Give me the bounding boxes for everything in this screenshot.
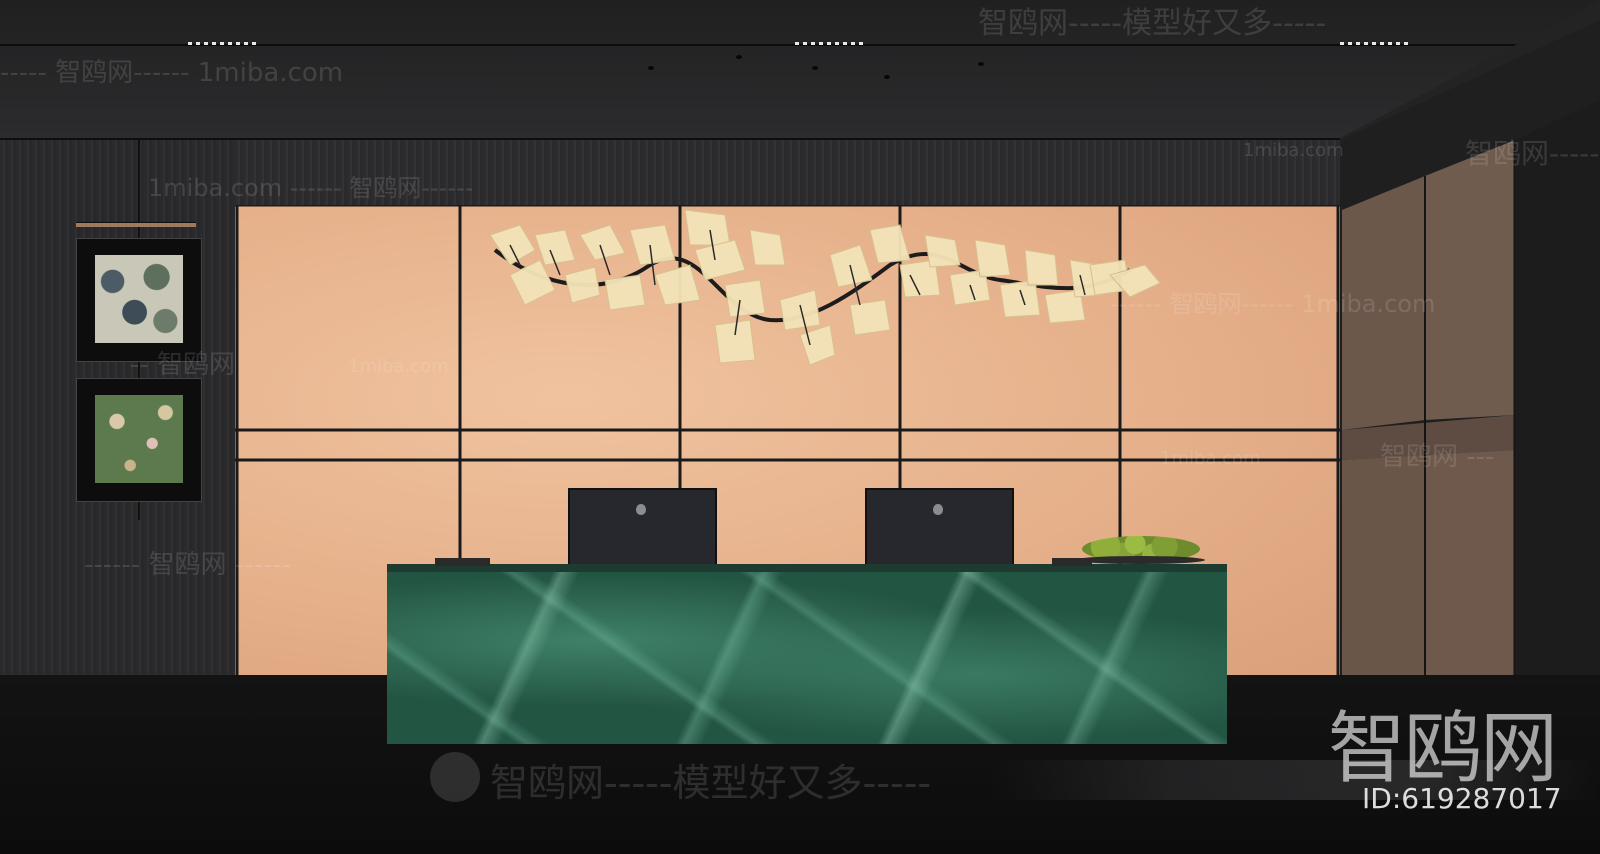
ceiling-light-strip <box>188 42 258 45</box>
reception-scene: 智鸥网-----模型好又多----- ----- 智鸥网------ 1miba… <box>0 0 1600 854</box>
ceiling-spotlight <box>978 62 984 66</box>
floor-reflection <box>990 760 1600 800</box>
frame-hanger-bar <box>76 222 196 227</box>
ceiling-spotlight <box>884 75 890 79</box>
bowl-rim <box>1075 556 1205 564</box>
ceiling-spotlight <box>736 55 742 59</box>
bird-logo-icon <box>430 752 480 802</box>
artwork-frame-bottom <box>76 378 202 502</box>
reception-desk-marble <box>387 572 1227 744</box>
ceiling-spotlight <box>812 66 818 70</box>
desk-item-left <box>435 558 490 566</box>
artwork-floral <box>95 395 183 483</box>
apple-logo-icon <box>933 504 943 515</box>
ceiling-light-strip <box>795 42 865 45</box>
artwork-frame-top <box>76 238 202 362</box>
upper-wall-band <box>235 140 1340 205</box>
apple-logo-icon <box>636 504 646 515</box>
chandelier <box>489 209 1161 366</box>
artwork-camouflage <box>95 255 183 343</box>
ceiling-spotlight <box>648 66 654 70</box>
desk-item-right <box>1052 558 1092 566</box>
right-side-wall <box>1340 0 1600 760</box>
